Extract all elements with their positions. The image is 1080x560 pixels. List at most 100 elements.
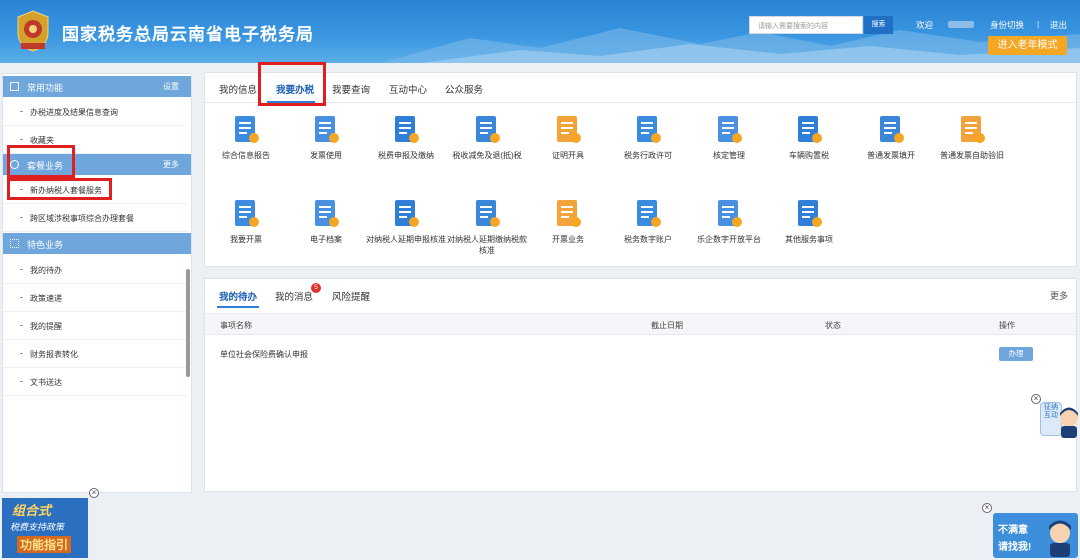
issue-invoice-icon [232,197,260,229]
user-name-redacted [948,21,974,28]
service-label: 我要开票 [230,235,262,244]
highlight-box-section [7,145,75,178]
service-tile[interactable]: 开票业务 [527,197,609,245]
column-header: 截止日期 [651,321,683,330]
tax-declare-icon [392,113,420,145]
bullet-icon [20,269,23,270]
sidebar: 常用功能 设置 办税进度及结果信息查询 收藏夹 套餐业务 更多 新办纳税人套餐服… [2,73,192,493]
bullet-icon [20,217,23,218]
more-link[interactable]: 更多 [1050,289,1068,302]
search-input[interactable]: 请输入需要搜索的内容 [749,16,863,34]
feedback-banner[interactable]: 不满意 请找我! [993,513,1078,558]
service-label: 发票使用 [310,151,342,160]
bullet-icon [20,381,23,382]
site-title: 国家税务总局云南省电子税务局 [62,25,314,45]
service-tile[interactable]: 综合信息报告 [205,113,287,161]
tab-risk-reminders[interactable]: 风险提醒 [332,289,370,303]
service-tile[interactable]: 其他服务事项 [768,197,850,245]
table-header: 事项名称 截止日期 状态 操作 [205,313,1076,335]
service-tile[interactable]: 对纳税人延期缴纳税款核准 [446,197,528,256]
service-tile[interactable]: 税务数字账户 [607,197,689,245]
service-tile[interactable]: 普通发票自助验旧 [931,113,1013,161]
vehicle-tax-icon [795,113,823,145]
close-icon[interactable]: × [1031,394,1041,404]
promo-line-2: 税费支持政策 [10,522,65,532]
elder-mode-button[interactable]: 进入老年模式 [988,36,1067,55]
service-tile[interactable]: 税费申报及缴纳 [365,113,447,161]
service-tile[interactable]: 电子档案 [285,197,367,245]
assistant-widget[interactable]: 征纳互动 [1036,400,1080,440]
sidebar-item-policy-express[interactable]: 政策速递 [3,284,187,312]
sidebar-item-label: 财务报表转化 [30,350,78,359]
column-header: 事项名称 [220,321,252,330]
service-label: 乐企数字开放平台 [697,235,761,244]
welcome-text: 欢迎 [916,20,934,30]
close-icon[interactable]: × [89,488,99,498]
scroll-thumb[interactable] [186,269,190,377]
section-featured-services[interactable]: 特色业务 [3,233,191,254]
service-label: 普通发票自助验旧 [940,151,1004,160]
service-tile[interactable]: 税收减免及退(抵)税 [446,113,528,161]
close-icon[interactable]: × [982,503,992,513]
service-tile[interactable]: 发票使用 [285,113,367,161]
service-tile[interactable]: 核定管理 [688,113,770,161]
service-tile[interactable]: 乐企数字开放平台 [688,197,770,245]
tab-interaction-center[interactable]: 互动中心 [389,82,427,96]
sidebar-item-my-todo[interactable]: 我的待办 [3,256,187,284]
service-tile[interactable]: 我要开票 [205,197,287,245]
tab-public-services[interactable]: 公众服务 [445,82,483,96]
sidebar-item-label: 跨区域涉税事项综合办理套餐 [30,214,134,223]
more-link[interactable]: 更多 [163,159,179,170]
service-tile[interactable]: 税务行政许可 [607,113,689,161]
service-label: 车辆购置税 [789,151,829,160]
settings-link[interactable]: 设置 [163,81,179,92]
admin-license-icon [634,113,662,145]
site-header: 国家税务总局云南省电子税务局 请输入需要搜索的内容 搜索 欢迎 身份切换 | 退… [0,0,1080,63]
invoice-fill-icon [877,113,905,145]
sidebar-item-financial-report[interactable]: 财务报表转化 [3,340,187,368]
task-name: 单位社会保险费确认申报 [220,350,308,359]
identity-switch-link[interactable]: 身份切换 [990,19,1024,31]
extension-declare-icon [392,197,420,229]
sidebar-item-label: 我的提醒 [30,322,62,331]
logout-link[interactable]: 退出 [1050,19,1067,31]
service-label: 税费申报及缴纳 [378,151,434,160]
promo-line-2: 请找我! [998,542,1032,553]
service-label: 对纳税人延期缴纳税款核准 [447,235,527,255]
handle-button[interactable]: 办理 [999,347,1033,361]
column-header: 状态 [825,321,841,330]
promo-line-1: 不满意 [998,525,1028,536]
active-tab-indicator [217,306,259,308]
section-label: 特色业务 [27,240,64,250]
message-count-badge: 5 [311,283,321,293]
service-tile[interactable]: 对纳税人延期申报核准 [365,197,447,245]
sidebar-item-my-reminders[interactable]: 我的提醒 [3,312,187,340]
tab-my-info[interactable]: 我的信息 [219,82,257,96]
column-header: 操作 [999,321,1015,330]
service-tile[interactable]: 证明开具 [527,113,609,161]
sidebar-item-cross-region-package[interactable]: 跨区域涉税事项综合办理套餐 [3,204,187,232]
invoice-verify-icon [958,113,986,145]
sidebar-scrollbar[interactable] [186,269,191,379]
bullet-icon [20,353,23,354]
service-tile[interactable]: 普通发票填开 [850,113,932,161]
sidebar-item-progress-query[interactable]: 办税进度及结果信息查询 [3,98,187,126]
sidebar-item-label: 办税进度及结果信息查询 [30,108,118,117]
service-label: 核定管理 [713,151,745,160]
service-tile[interactable]: 车辆购置税 [768,113,850,161]
sidebar-item-document-delivery[interactable]: 文书送达 [3,368,187,396]
search-button[interactable]: 搜索 [864,16,893,34]
policy-guide-banner[interactable]: 组合式 税费支持政策 功能指引 [2,498,88,558]
tab-my-messages[interactable]: 我的消息 [275,289,313,303]
tab-query[interactable]: 我要查询 [332,82,370,96]
bullet-icon [20,139,23,140]
digital-account-icon [634,197,662,229]
tab-my-todo[interactable]: 我的待办 [219,289,257,303]
bullet-icon [20,325,23,326]
section-common-functions[interactable]: 常用功能 设置 [3,76,191,97]
service-label: 税务行政许可 [624,151,672,160]
service-label: 税收减免及退(抵)税 [452,151,522,160]
certificate-icon [554,113,582,145]
promo-line-3: 功能指引 [17,536,72,553]
service-label: 电子档案 [310,235,342,244]
